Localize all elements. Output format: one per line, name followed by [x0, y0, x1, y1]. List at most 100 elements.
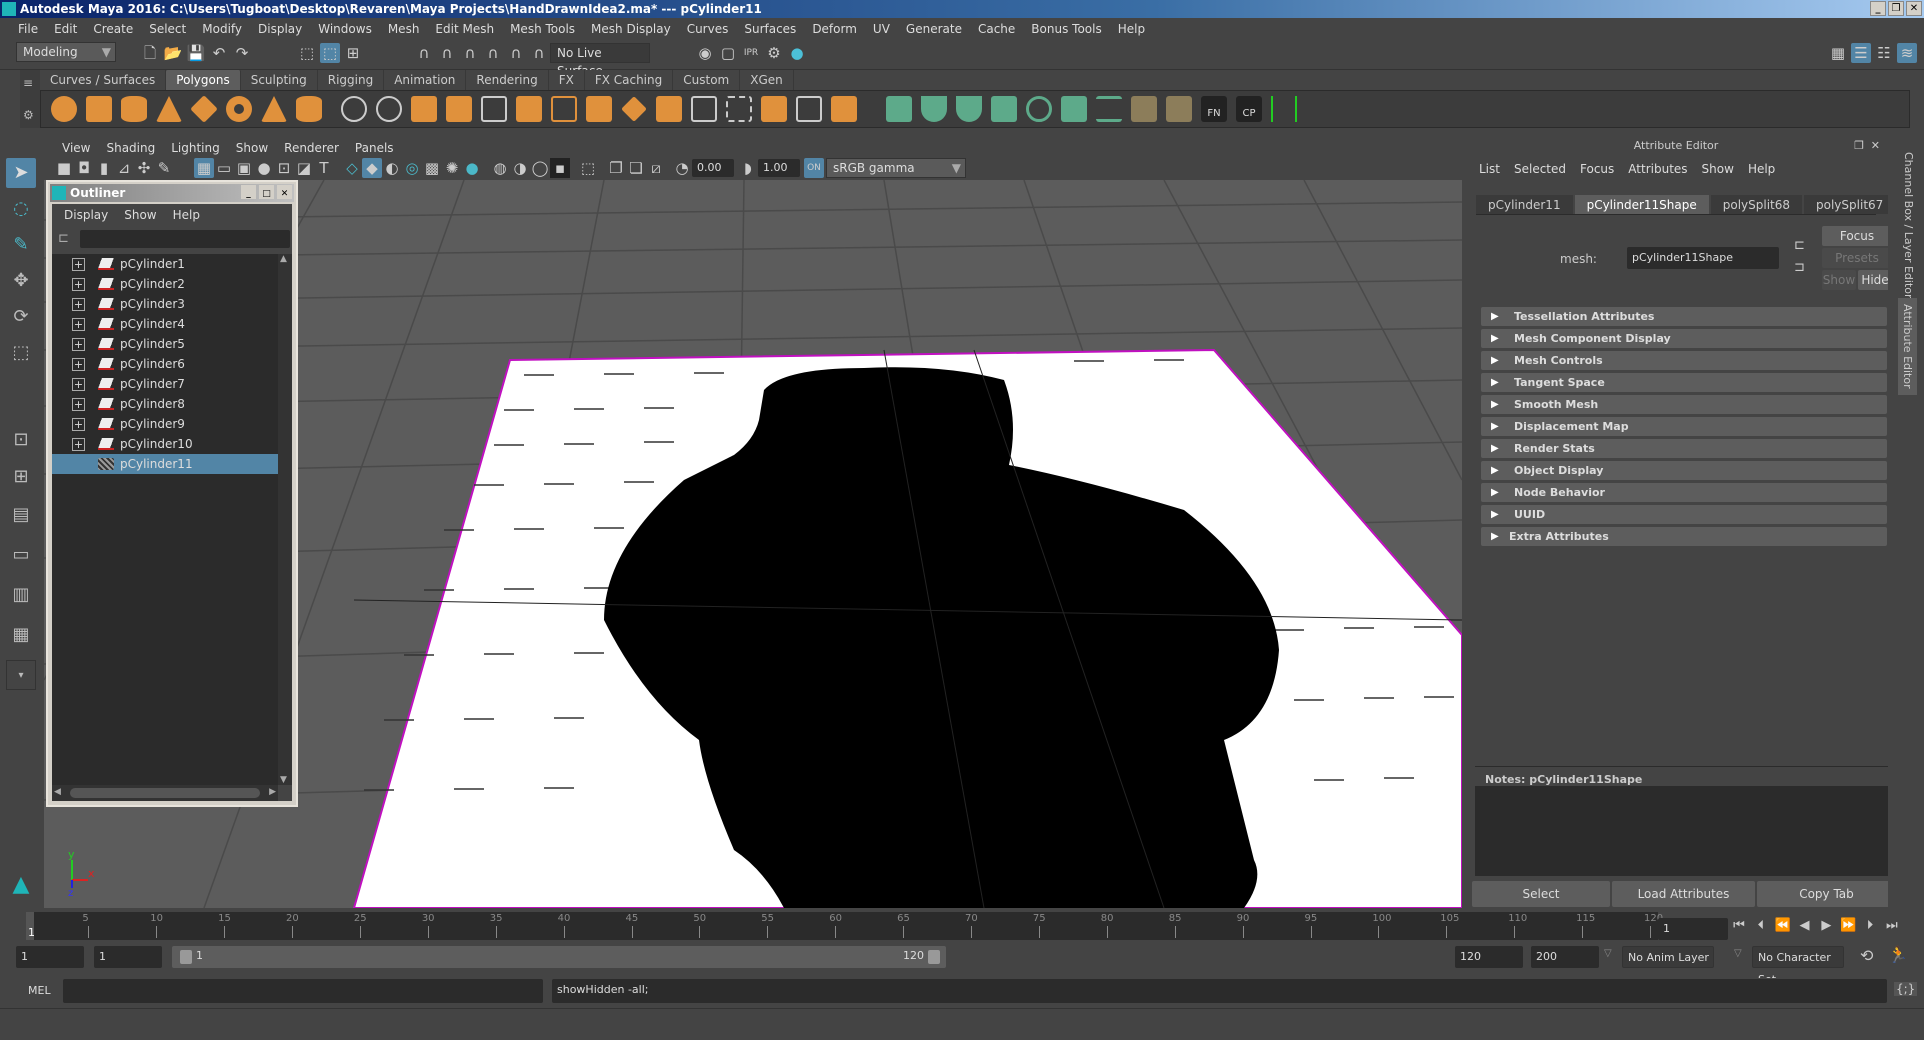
gamma-field[interactable]: 1.00	[758, 159, 800, 177]
collapse-icon[interactable]	[796, 96, 822, 122]
outliner-item[interactable]: + pCylinder3	[52, 294, 278, 314]
range-end-handle[interactable]	[928, 950, 940, 964]
shelf-tab-fx[interactable]: FX	[548, 70, 585, 90]
live-surface-field[interactable]: No Live Surface	[550, 43, 650, 78]
cp-icon[interactable]: CP	[1236, 96, 1262, 122]
outliner-persp-layout-icon[interactable]: ▤	[6, 500, 36, 530]
shelf-tab-polygons[interactable]: Polygons	[166, 70, 241, 90]
channel-box-tab[interactable]: Channel Box / Layer Editor	[1902, 152, 1915, 299]
scale-tool-icon[interactable]: ⬚	[6, 338, 36, 368]
outliner-item[interactable]: + pCylinder8	[52, 394, 278, 414]
undo-icon[interactable]: ↶	[209, 43, 229, 63]
section-mesh-controls[interactable]: ▶ Mesh Controls	[1481, 351, 1887, 370]
resolution-gate-icon[interactable]: ▣	[234, 158, 254, 178]
snap-view-plane-icon[interactable]: ∩	[483, 43, 503, 63]
xray-joints-icon[interactable]: ❐	[606, 158, 626, 178]
presets-button[interactable]: Presets	[1822, 248, 1892, 268]
select-tool-icon[interactable]: ➤	[6, 158, 36, 188]
panel-menu-renderer[interactable]: Renderer	[276, 138, 347, 158]
automatic-uv-icon[interactable]	[991, 96, 1017, 122]
mesh-name-field[interactable]: pCylinder11Shape	[1627, 247, 1779, 269]
gamma-icon[interactable]: ◗	[738, 158, 758, 178]
shelf-tab-sculpting[interactable]: Sculpting	[240, 70, 318, 90]
outliner-item[interactable]: + pCylinder5	[52, 334, 278, 354]
shelf-tab-fx-caching[interactable]: FX Caching	[584, 70, 674, 90]
anim-layer-dropdown[interactable]: No Anim Layer	[1622, 946, 1714, 968]
menu-generate[interactable]: Generate	[898, 22, 970, 36]
poly-plane-icon[interactable]	[190, 95, 218, 123]
anti-aliasing-icon[interactable]: ◯	[530, 158, 550, 178]
section-tangent-space[interactable]: ▶ Tangent Space	[1481, 373, 1887, 392]
persp-outliner-graph-layout-icon[interactable]: ▦	[6, 620, 36, 650]
gate-mask-icon[interactable]: ●	[254, 158, 274, 178]
scroll-right-icon[interactable]: ▶	[269, 787, 276, 797]
shelf-menu-icon[interactable]: ≡	[23, 76, 33, 90]
attr-menu-list[interactable]: List	[1472, 160, 1507, 178]
insert-edge-loop-icon[interactable]	[726, 96, 752, 122]
character-set-chevron-icon[interactable]: ▽	[1734, 948, 1742, 959]
persp-graph-layout-icon[interactable]: ▭	[6, 540, 36, 570]
uv-editor-icon[interactable]	[1061, 96, 1087, 122]
wireframe-icon[interactable]: ◇	[342, 158, 362, 178]
fn-icon[interactable]: FN	[1201, 96, 1227, 122]
outliner-item-selected[interactable]: pCylinder11	[52, 454, 278, 474]
menu-display[interactable]: Display	[250, 22, 310, 36]
section-uuid[interactable]: ▶ UUID	[1481, 505, 1887, 524]
render-frame-icon[interactable]: ▢	[718, 43, 738, 63]
expand-icon[interactable]: +	[72, 337, 85, 351]
attribute-editor-tab[interactable]: Attribute Editor	[1898, 298, 1917, 395]
step-back-frame-icon[interactable]: ⏴	[1752, 918, 1770, 933]
select-object-icon[interactable]: ⬚	[320, 43, 340, 63]
safe-action-icon[interactable]: ◪	[294, 158, 314, 178]
paint-select-tool-icon[interactable]: ✎	[6, 230, 36, 260]
step-back-key-icon[interactable]: ⏪	[1774, 918, 1792, 933]
outliner-item[interactable]: + pCylinder2	[52, 274, 278, 294]
select-component-icon[interactable]: ⊞	[343, 43, 363, 63]
menu-mesh-display[interactable]: Mesh Display	[583, 22, 679, 36]
load-input-icon[interactable]: ⊏	[1794, 238, 1805, 253]
outliner-close-button[interactable]: ✕	[277, 185, 292, 199]
current-frame-field[interactable]: 1	[1658, 918, 1728, 940]
play-forwards-icon[interactable]: ▶	[1817, 918, 1835, 933]
menu-surfaces[interactable]: Surfaces	[736, 22, 804, 36]
bevel-icon[interactable]	[656, 96, 682, 122]
append-polygon-icon[interactable]	[691, 96, 717, 122]
extrude-icon[interactable]	[586, 96, 612, 122]
color-management-toggle-icon[interactable]: ON	[804, 158, 824, 178]
expand-icon[interactable]: +	[72, 357, 85, 371]
outliner-menu-help[interactable]: Help	[165, 208, 208, 222]
outliner-item[interactable]: + pCylinder6	[52, 354, 278, 374]
camera-select-icon[interactable]: ■	[54, 158, 74, 178]
expand-icon[interactable]: +	[72, 297, 85, 311]
menu-uv[interactable]: UV	[865, 22, 898, 36]
character-set-dropdown[interactable]: No Character Set	[1752, 946, 1844, 986]
cut-uv-icon[interactable]	[1131, 96, 1157, 122]
expand-icon[interactable]: +	[72, 257, 85, 271]
shelf-tab-custom[interactable]: Custom	[673, 70, 741, 90]
panel-menu-panels[interactable]: Panels	[347, 138, 402, 158]
xray-icon[interactable]: ◎	[402, 158, 422, 178]
outliner-item[interactable]: + pCylinder9	[52, 414, 278, 434]
attr-menu-attributes[interactable]: Attributes	[1621, 160, 1694, 178]
sew-uv-icon[interactable]	[1166, 96, 1192, 122]
menu-modify[interactable]: Modify	[194, 22, 250, 36]
range-slider[interactable]: 1 120	[172, 946, 946, 968]
filter-toggle-icon[interactable]: ⊏	[58, 231, 69, 246]
animation-preferences-icon[interactable]: 🏃	[1888, 945, 1908, 964]
load-attributes-button[interactable]: Load Attributes	[1612, 881, 1755, 907]
modeling-toolkit-icon[interactable]: ▦	[1828, 43, 1848, 63]
focus-button[interactable]: Focus	[1822, 226, 1892, 246]
mirror-icon[interactable]	[411, 96, 437, 122]
grease-pencil-icon[interactable]: ✎	[154, 158, 174, 178]
select-button[interactable]: Select	[1472, 881, 1610, 907]
animation-start-field[interactable]: 1	[16, 946, 84, 968]
section-extra-attributes[interactable]: ▶ Extra Attributes	[1481, 527, 1887, 546]
separate-icon[interactable]	[376, 96, 402, 122]
shelf-tab-xgen[interactable]: XGen	[740, 70, 794, 90]
step-forward-key-icon[interactable]: ⏩	[1839, 918, 1857, 933]
outliner-horizontal-scrollbar[interactable]: ◀ ▶	[52, 785, 278, 801]
poly-sphere-icon[interactable]	[51, 96, 77, 122]
rotate-tool-icon[interactable]: ⟳	[6, 302, 36, 332]
smooth-icon[interactable]	[446, 96, 472, 122]
shelf-tab-animation[interactable]: Animation	[384, 70, 467, 90]
